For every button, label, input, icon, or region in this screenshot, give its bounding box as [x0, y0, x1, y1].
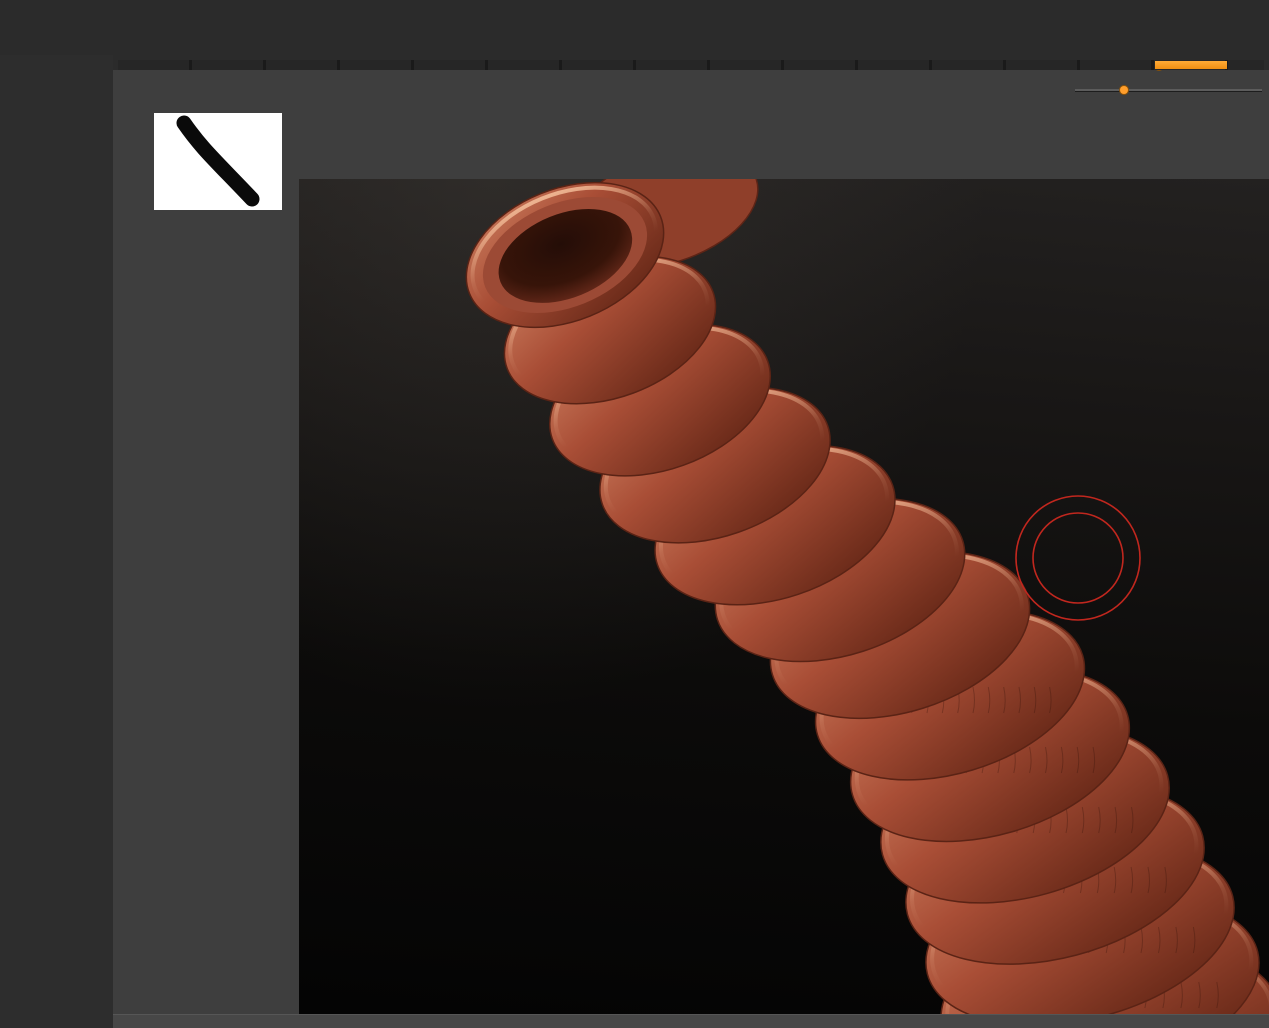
draw-size-slider[interactable] [1075, 89, 1262, 91]
draw-size-handle[interactable] [1120, 86, 1128, 94]
stroke-preview-panel [154, 113, 282, 210]
tray-divider-active-handle[interactable] [1155, 61, 1227, 69]
canvas-bottom-strip [113, 1014, 1269, 1028]
top-shelf [0, 0, 1269, 55]
sculpture[interactable] [299, 179, 1269, 1014]
tray-divider-strip[interactable] [113, 55, 1269, 70]
stroke-curve-icon [154, 113, 282, 210]
left-tray [0, 50, 113, 1028]
tray-divider-cells [118, 60, 1264, 70]
brush-cursor [1016, 496, 1140, 620]
sculpt-viewport[interactable] [299, 179, 1269, 1014]
